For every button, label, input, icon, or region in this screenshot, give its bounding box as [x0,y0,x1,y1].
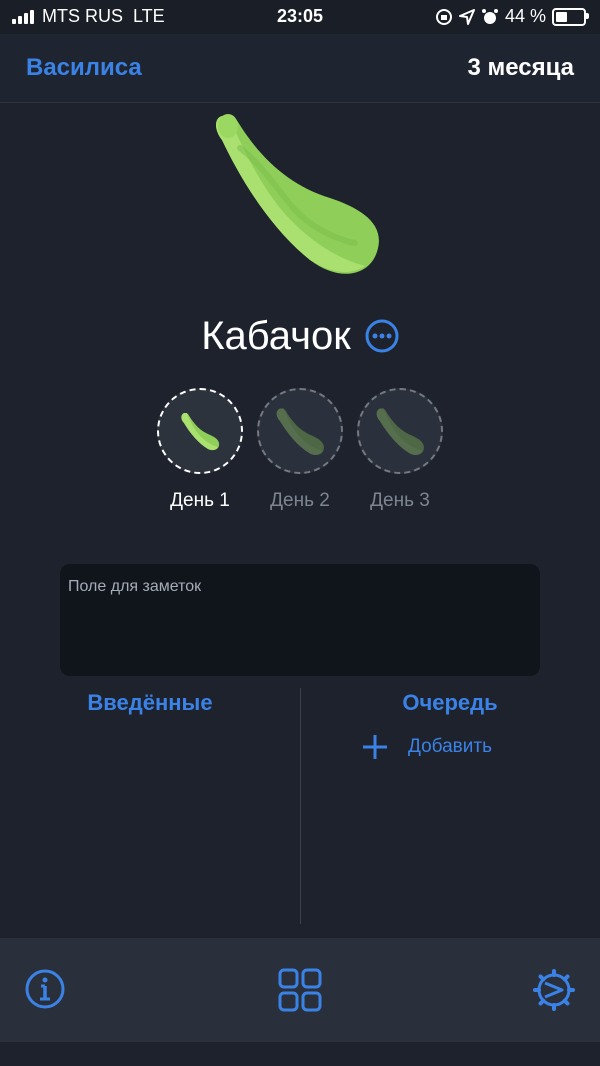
nav-bar: Василиса 3 месяца [0,34,600,103]
notes-placeholder: Поле для заметок [68,578,202,595]
zucchini-icon [216,114,379,274]
settings-icon[interactable] [532,968,576,1012]
add-label: Добавить [408,736,492,757]
info-icon[interactable] [24,968,66,1010]
plus-icon [363,735,387,759]
grid-icon[interactable] [278,968,322,1012]
food-title: Кабачок [201,313,351,358]
food-title-row: Кабачок [0,308,600,364]
queue-title: Очередь [402,690,498,715]
zucchini-icon [181,413,220,451]
alarm-icon [481,8,498,24]
day-3-circle[interactable] [357,388,443,474]
home-indicator-area [0,1042,600,1066]
day-2-circle[interactable] [257,388,343,474]
day-1[interactable]: День 1 [150,388,250,512]
day-1-label: День 1 [170,490,230,511]
more-options-icon[interactable] [365,319,399,353]
status-right: 44 % [435,6,589,27]
entered-title: Введённые [87,690,213,715]
battery-icon [552,7,589,26]
day-1-circle[interactable] [157,388,243,474]
add-button[interactable]: Добавить [362,734,492,760]
age-label: 3 месяца [467,54,574,81]
back-button[interactable]: Василиса [26,54,142,82]
zucchini-icon [376,408,424,455]
status-bar: MTS RUS LTE 23:05 44 % [0,0,600,34]
battery-fill [556,11,568,22]
orientation-lock-icon [435,8,452,25]
day-selector: День 1 День 2 День 3 [150,388,450,518]
tab-bar [0,938,600,1042]
day-3[interactable]: День 3 [350,388,450,512]
zucchini-icon [276,408,324,455]
day-2-label: День 2 [270,490,330,511]
location-icon [458,8,475,25]
notes-field[interactable]: Поле для заметок [60,564,540,676]
day-2[interactable]: День 2 [250,388,350,512]
day-3-label: День 3 [370,490,430,511]
column-divider [300,688,301,924]
battery-percent: 44 % [504,6,546,26]
